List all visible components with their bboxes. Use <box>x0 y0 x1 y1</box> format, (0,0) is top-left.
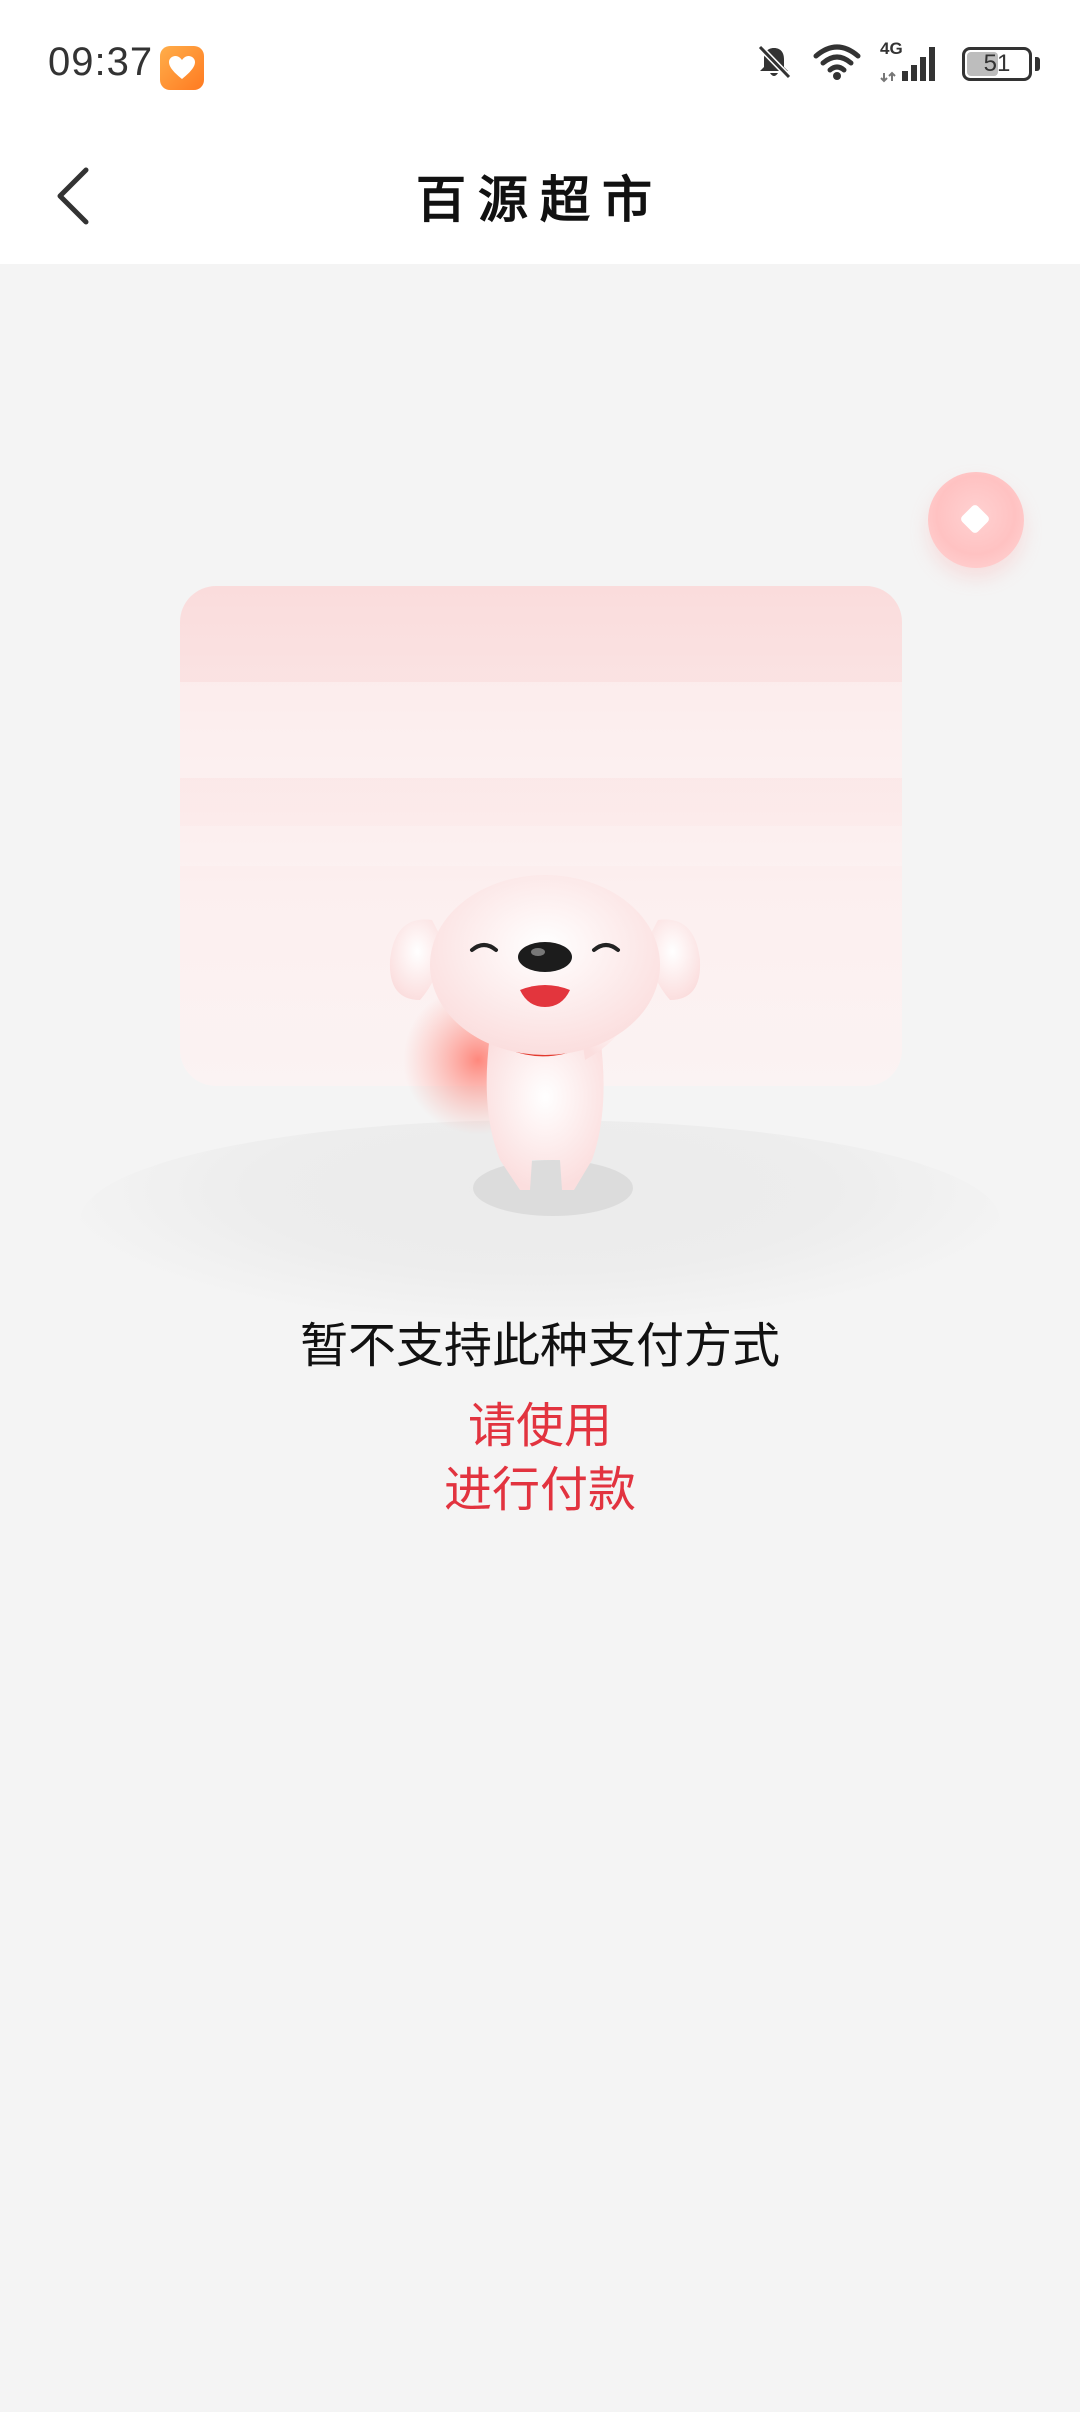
floating-action-button[interactable] <box>928 472 1024 568</box>
hint-line-2: 进行付款 <box>443 1462 636 1518</box>
page-title: 百源超市 <box>416 170 664 229</box>
battery-level: 51 <box>983 50 1011 77</box>
bell-muted-icon <box>754 42 794 86</box>
status-bar: 09:37 4G 51 <box>0 0 1080 132</box>
nav-bar: 百源超市 <box>0 132 1080 264</box>
app-notification-icon <box>160 46 204 90</box>
unsupported-payment-message: 暂不支持此种支付方式 <box>299 1318 780 1374</box>
diamond-icon <box>959 503 991 535</box>
hint-line-1: 请使用 <box>467 1398 612 1454</box>
empty-state-illustration <box>0 560 1080 1320</box>
mascot-dog-icon <box>389 875 701 1190</box>
wifi-icon <box>812 42 862 86</box>
status-time: 09:37 <box>48 40 154 84</box>
status-icons: 4G 51 <box>754 39 1040 86</box>
signal-icon: 4G <box>880 39 944 85</box>
battery-icon: 51 <box>962 47 1032 81</box>
battery-tip <box>1035 57 1040 71</box>
